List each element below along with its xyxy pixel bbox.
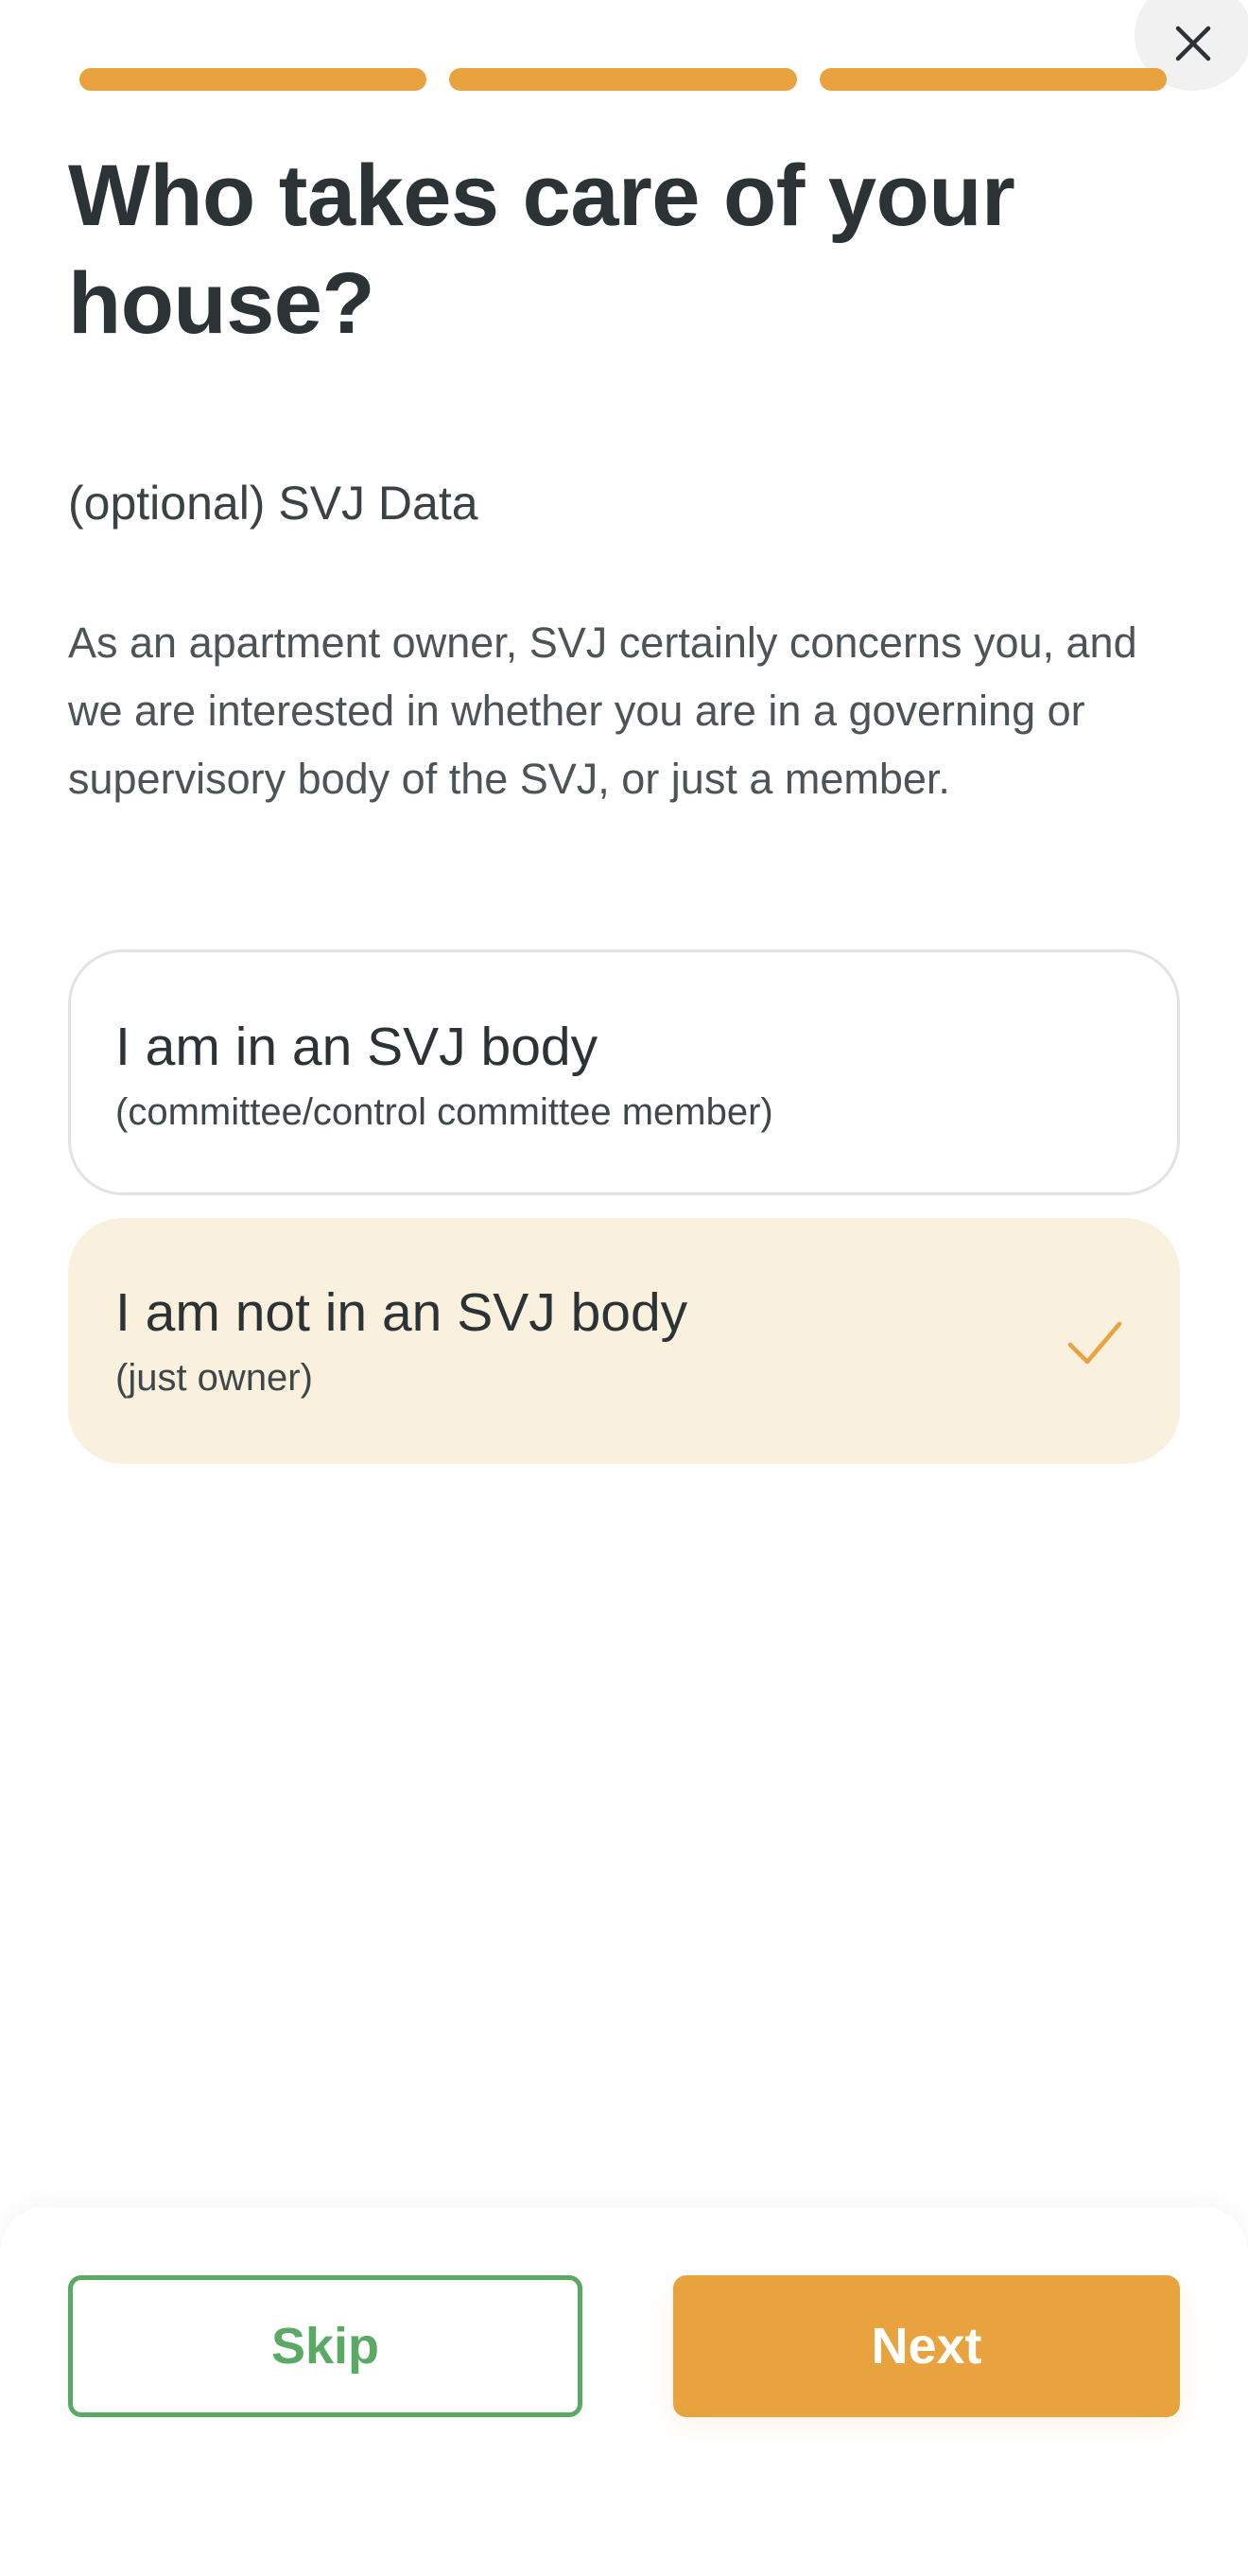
- option-svj-body[interactable]: I am in an SVJ body (committee/control c…: [68, 949, 1180, 1195]
- option-title: I am not in an SVJ body: [115, 1282, 688, 1343]
- checkmark-icon: [1067, 1321, 1122, 1365]
- option-not-svj-body[interactable]: I am not in an SVJ body (just owner): [68, 1218, 1180, 1464]
- option-subtitle: (committee/control committee member): [115, 1091, 773, 1133]
- skip-button[interactable]: Skip: [68, 2275, 582, 2417]
- progress-bar: [79, 68, 1167, 91]
- close-icon: [1175, 26, 1211, 61]
- progress-step-3: [819, 68, 1167, 91]
- footer-bar: Skip Next: [0, 2207, 1248, 2576]
- section-label: (optional) SVJ Data: [68, 477, 478, 530]
- progress-step-1: [79, 68, 427, 91]
- onboarding-screen: Who takes care of your house? (optional)…: [0, 0, 1248, 2576]
- next-button[interactable]: Next: [673, 2275, 1180, 2417]
- page-title: Who takes care of your house?: [68, 148, 1015, 352]
- option-subtitle: (just owner): [115, 1357, 313, 1399]
- option-title: I am in an SVJ body: [115, 1017, 598, 1077]
- description-text: As an apartment owner, SVJ certainly con…: [68, 618, 1137, 803]
- progress-step-2: [449, 68, 797, 91]
